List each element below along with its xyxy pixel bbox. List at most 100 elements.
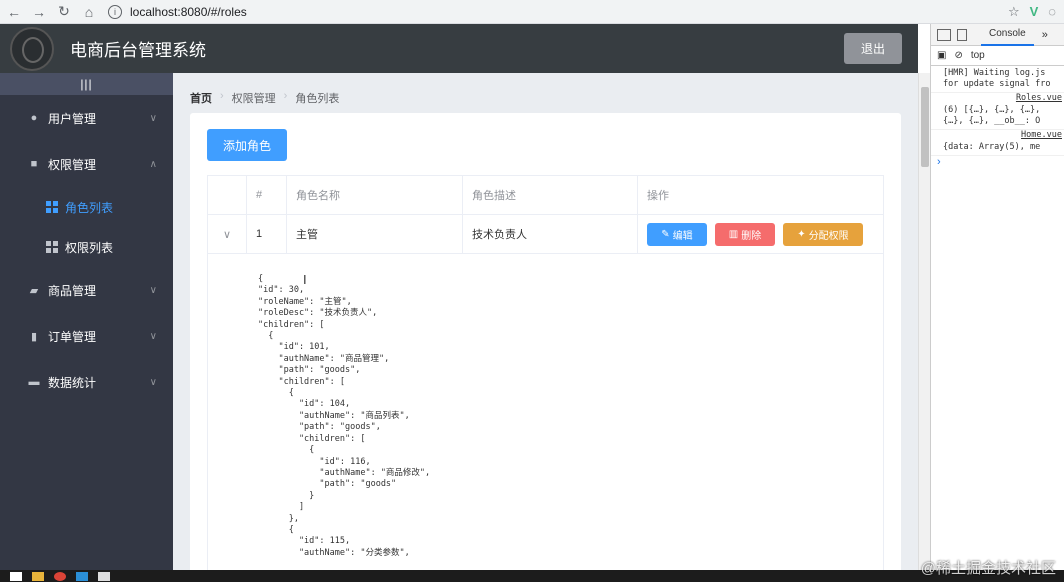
reload-icon[interactable]: ↻ [53,1,75,23]
chevron-down-icon: ∨ [149,284,157,296]
vue-devtools-icon[interactable]: V [1030,4,1039,19]
sidebar-subitem-label: 角色列表 [65,200,114,215]
console-message[interactable]: {data: Array(5), me [931,140,1064,156]
sidebar-subitem-roles[interactable]: 角色列表 [0,187,173,227]
assign-rights-button[interactable]: ✦ 分配权限 [783,222,863,246]
url-text: localhost:8080/#/roles [130,4,247,19]
console-prompt-icon[interactable]: › [931,156,1064,168]
forward-icon[interactable]: → [28,1,50,23]
column-header: 操作 [647,190,669,202]
grid-icon [46,201,58,213]
source-link[interactable]: Home.vue [931,130,1064,140]
edit-icon: ✎ [661,228,670,240]
chrome-icon[interactable] [54,571,66,581]
breadcrumb-separator: › [283,90,288,102]
address-bar[interactable]: i localhost:8080/#/roles [108,2,928,22]
box-icon: ■ [30,158,38,170]
chevron-down-icon: ∨ [149,376,157,388]
page-scrollbar[interactable] [918,73,930,570]
console-message[interactable]: (6) [{…}, {…}, {…}, {…}, {…}, __ob__: O [931,103,1064,130]
chevron-down-icon: ∨ [149,330,157,342]
breadcrumb-item: 权限管理 [231,93,276,105]
info-icon[interactable]: i [108,4,122,19]
chevron-down-icon: ∨ [149,112,157,124]
sidebar-subitem-label: 权限列表 [65,240,114,255]
sidebar-toggle[interactable]: ||| [0,73,173,95]
app-icon[interactable] [98,571,110,581]
console-message: [HMR] Waiting log.js for update signal f… [931,66,1064,93]
chart-icon: ▬ [28,376,40,388]
sidebar: ||| ● 用户管理 ∨ ■ 权限管理 ∧ 角色列表 权限列表 ▰ 商品管理 ∨… [0,73,173,570]
source-link[interactable]: Roles.vue [931,93,1064,103]
windows-start-icon[interactable] [10,571,22,581]
inspect-icon[interactable] [937,28,951,41]
sidebar-subitem-rights[interactable]: 权限列表 [0,227,173,267]
roles-table: # 角色名称 角色描述 操作 ∨ 1 主管 技术负责人 ✎ 编辑 ▥ 删除 ✦ … [207,175,884,570]
add-role-button[interactable]: 添加角色 [207,129,287,161]
role-desc: 技术负责人 [463,215,638,253]
os-taskbar [0,570,1064,582]
column-header: 角色名称 [287,176,463,214]
logo [10,26,54,71]
edit-button[interactable]: ✎ 编辑 [647,222,707,246]
sidebar-item-reports[interactable]: ▬ 数据统计 ∨ [0,359,173,405]
chevron-up-icon: ∧ [149,158,157,170]
star-icon[interactable]: ☆ [1008,4,1020,20]
browser-toolbar: ← → ↻ ⌂ i localhost:8080/#/roles ☆ V ◌ [0,0,1064,24]
sidebar-item-orders[interactable]: ▮ 订单管理 ∨ [0,313,173,359]
row-index: 1 [247,215,287,253]
delete-label: 删除 [741,230,762,242]
grid-icon [46,241,58,253]
devtools-panel: Console » ▣ ⊘ top [HMR] Waiting log.js f… [930,24,1064,570]
sidebar-toggle-icon[interactable]: ▣ [937,50,946,61]
user-icon: ● [30,112,38,124]
breadcrumb: 首页 › 权限管理 › 角色列表 [190,90,339,106]
sidebar-item-label: 用户管理 [48,111,97,126]
document-icon: ▮ [30,330,38,343]
main-content: 首页 › 权限管理 › 角色列表 添加角色 # 角色名称 角色描述 操作 ∨ 1… [173,73,918,570]
tab-console[interactable]: Console [981,24,1034,46]
sidebar-item-label: 订单管理 [48,329,97,344]
breadcrumb-item: 角色列表 [295,93,340,105]
breadcrumb-home[interactable]: 首页 [190,90,212,106]
sidebar-item-label: 商品管理 [48,283,97,298]
device-icon[interactable] [957,28,967,41]
expanded-row: I { "id": 30, "roleName": "主管", "roleDes… [208,254,883,570]
sidebar-item-goods[interactable]: ▰ 商品管理 ∨ [0,267,173,313]
table-row: ∨ 1 主管 技术负责人 ✎ 编辑 ▥ 删除 ✦ 分配权限 [208,215,883,254]
extension-icon[interactable]: ◌ [1048,4,1056,19]
sidebar-item-users[interactable]: ● 用户管理 ∨ [0,95,173,141]
app-title: 电商后台管理系统 [70,41,206,60]
app-header: 电商后台管理系统 退出 [0,24,918,73]
logout-button[interactable]: 退出 [844,33,902,64]
assign-label: 分配权限 [808,230,849,242]
role-name: 主管 [287,215,463,253]
table-header-row: # 角色名称 角色描述 操作 [208,176,883,215]
trash-icon: ▥ [728,228,739,240]
json-dump: { "id": 30, "roleName": "主管", "roleDesc"… [258,274,431,558]
sidebar-item-rights[interactable]: ■ 权限管理 ∧ [0,141,173,187]
back-icon[interactable]: ← [3,1,25,23]
column-header: 角色描述 [463,176,638,214]
column-header: # [247,176,287,214]
console-toolbar: ▣ ⊘ top [931,46,1064,66]
folder-icon[interactable] [32,571,44,581]
roles-card: 添加角色 # 角色名称 角色描述 操作 ∨ 1 主管 技术负责人 ✎ 编辑 ▥ … [190,113,901,570]
more-tabs-icon[interactable]: » [1042,29,1048,41]
sidebar-item-label: 权限管理 [48,157,97,172]
context-selector[interactable]: top [971,50,985,61]
bag-icon: ▰ [29,284,39,297]
actions-cell: ✎ 编辑 ▥ 删除 ✦ 分配权限 [638,215,883,253]
gear-icon: ✦ [797,228,806,240]
delete-button[interactable]: ▥ 删除 [715,222,775,246]
breadcrumb-separator: › [220,90,224,102]
app: 电商后台管理系统 退出 ||| ● 用户管理 ∨ ■ 权限管理 ∧ 角色列表 权… [0,24,930,570]
scrollbar-thumb[interactable] [921,87,929,167]
home-icon[interactable]: ⌂ [78,1,100,23]
vscode-icon[interactable] [76,571,88,581]
expand-arrow-icon[interactable]: ∨ [208,215,247,253]
devtools-tabbar: Console » [931,24,1064,46]
clear-console-icon[interactable]: ⊘ [954,50,962,61]
sidebar-item-label: 数据统计 [48,375,97,390]
expand-column-header [208,176,247,214]
